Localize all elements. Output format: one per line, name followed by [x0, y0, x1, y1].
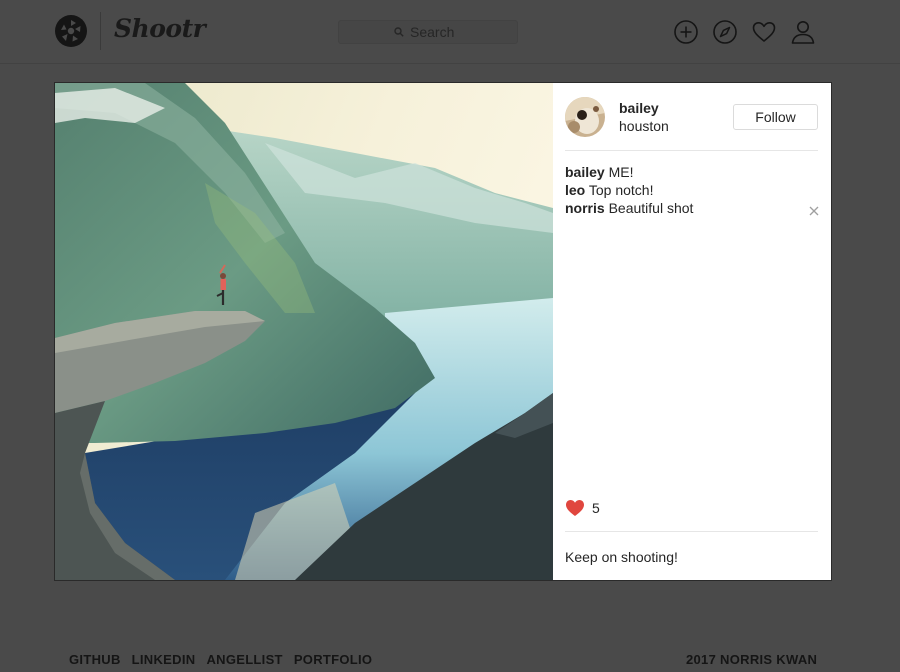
footer-link-linkedin[interactable]: LINKEDIN — [132, 652, 196, 667]
copyright-text: 2017 NORRIS KWAN — [686, 652, 818, 667]
search-input[interactable] — [410, 24, 462, 40]
add-post-icon[interactable] — [673, 19, 699, 45]
heart-icon[interactable] — [751, 19, 777, 45]
post-author-name[interactable]: bailey — [619, 100, 659, 116]
comments-list: bailey ME! leo Top notch! norris Beautif… — [565, 163, 825, 217]
footer-link-github[interactable]: GITHUB — [69, 652, 121, 667]
app-logo[interactable]: Shootr — [114, 14, 206, 43]
footer-divider — [565, 531, 818, 532]
compass-icon[interactable] — [712, 19, 738, 45]
footer-link-angellist[interactable]: ANGELLIST — [206, 652, 282, 667]
user-avatar[interactable] — [565, 97, 605, 137]
comment-text: ME! — [608, 164, 634, 180]
comment-text: Top notch! — [588, 182, 654, 198]
top-navbar: Shootr — [0, 0, 900, 64]
follow-button[interactable]: Follow — [733, 104, 818, 130]
logo-divider — [100, 12, 101, 50]
comment-text: Beautiful shot — [608, 200, 694, 216]
comment-item: norris Beautiful shot — [565, 199, 825, 217]
delete-comment-icon[interactable] — [808, 205, 820, 217]
post-photo[interactable] — [55, 83, 553, 580]
header-divider — [565, 150, 818, 151]
comment-username[interactable]: bailey — [565, 164, 605, 180]
search-bar[interactable] — [338, 20, 518, 44]
heart-filled-icon[interactable] — [565, 498, 585, 517]
footer-link-portfolio[interactable]: PORTFOLIO — [294, 652, 373, 667]
post-location: houston — [619, 118, 669, 134]
user-profile-icon[interactable] — [790, 19, 816, 45]
comment-username[interactable]: leo — [565, 182, 585, 198]
likes-count: 5 — [592, 500, 600, 516]
add-comment-input[interactable] — [565, 546, 818, 568]
page-footer: GITHUB LINKEDIN ANGELLIST PORTFOLIO 2017… — [0, 652, 900, 672]
comment-username[interactable]: norris — [565, 200, 605, 216]
camera-aperture-icon[interactable] — [54, 14, 88, 48]
comment-item: bailey ME! — [565, 163, 825, 181]
footer-links: GITHUB LINKEDIN ANGELLIST PORTFOLIO — [69, 652, 372, 667]
comment-item: leo Top notch! — [565, 181, 825, 199]
post-modal: bailey houston Follow bailey ME! leo Top… — [54, 82, 832, 581]
post-sidebar: bailey houston Follow bailey ME! leo Top… — [553, 83, 831, 580]
search-icon — [394, 27, 404, 37]
